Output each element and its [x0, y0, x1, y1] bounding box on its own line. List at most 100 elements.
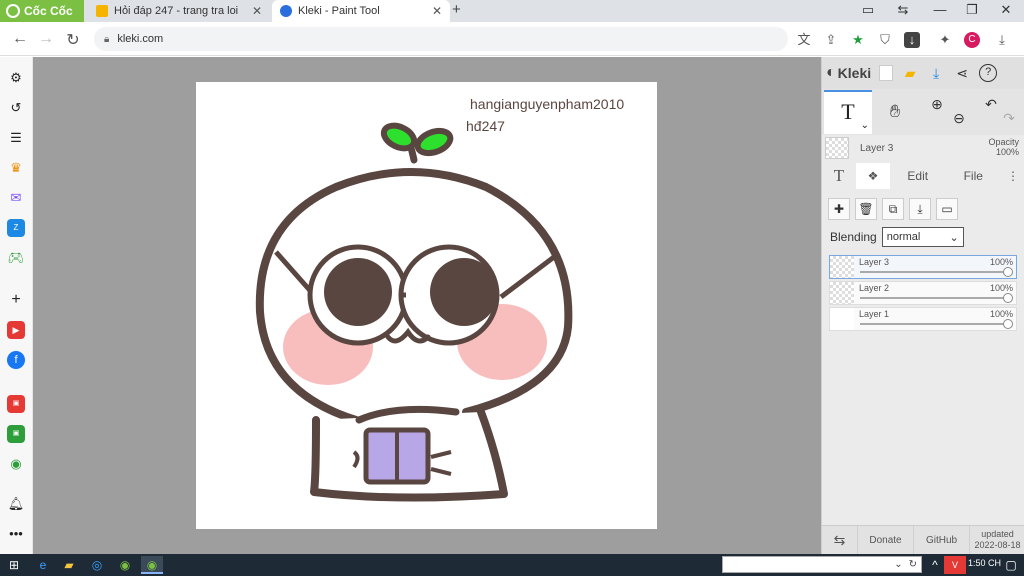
url-text: kleki.com [117, 33, 164, 45]
zalo-taskbar-icon[interactable]: ◎ [86, 556, 108, 574]
slider-knob[interactable] [1003, 267, 1013, 277]
help-icon[interactable]: ? [979, 64, 998, 82]
translate-icon[interactable]: 文 [796, 32, 812, 48]
close-icon[interactable]: ✕ [252, 4, 262, 18]
save-download-icon[interactable]: ⤓ [927, 64, 945, 82]
notification-bell-icon[interactable]: 🔔︎ [7, 495, 25, 513]
game-icon[interactable]: 🎮︎ [7, 249, 25, 267]
window-close-icon[interactable]: ✕ [996, 2, 1016, 18]
layer-thumbnail [830, 308, 854, 330]
add-app-icon[interactable]: + [7, 291, 25, 309]
add-layer-icon[interactable]: ✚ [828, 198, 850, 220]
browser-sidebar: ⚙ ↺ ☰ ♛ ✉ Z 🎮︎ + ▶ f ▣ ▣ ◉ 🔔︎ ••• [0, 57, 33, 554]
forward-icon[interactable]: → [36, 30, 56, 48]
zoom-in-icon[interactable]: ⊕ [928, 95, 946, 113]
slider-knob[interactable] [1003, 319, 1013, 329]
notification-icon[interactable]: ▢ [1000, 556, 1022, 574]
bookmark-star-icon[interactable]: ★ [850, 32, 866, 48]
facebook-icon[interactable]: f [7, 351, 25, 369]
game-app-icon[interactable]: ▣ [7, 425, 25, 443]
taskbar-clock[interactable]: 1:50 CH [968, 558, 1001, 568]
tab-edit[interactable]: Edit [890, 163, 946, 189]
kleki-panel: ◐ Kleki ▰ ⤓ ⋖ ? T ⌄ ✋︎ ⊕ ⊖ ↶ ↷ Layer 3 O… [821, 57, 1024, 555]
redo-icon[interactable]: ↷ [1000, 109, 1018, 127]
screenshot-icon[interactable]: ▭ [858, 2, 878, 18]
tab-file[interactable]: File [946, 163, 1002, 189]
reload-icon[interactable]: ↻ [63, 30, 83, 50]
delete-layer-icon[interactable]: 🗑︎ [855, 198, 877, 220]
profile-avatar[interactable]: C [964, 32, 980, 48]
layer-opacity-slider[interactable] [860, 319, 1013, 329]
new-image-icon[interactable] [879, 65, 894, 81]
history-icon[interactable]: ↺ [7, 99, 25, 117]
browser-brand[interactable]: Cốc Cốc [0, 0, 84, 22]
shopping-app-icon[interactable]: ▣ [7, 395, 25, 413]
map-icon[interactable]: ◉ [7, 455, 25, 473]
crown-icon[interactable]: ♛ [7, 159, 25, 177]
youtube-icon[interactable]: ▶ [7, 321, 25, 339]
close-icon[interactable]: ✕ [432, 4, 442, 18]
messenger-icon[interactable]: ✉ [7, 189, 25, 207]
coccoc-active-taskbar-icon[interactable]: ◉ [141, 556, 163, 574]
tab-kleki[interactable]: Kleki - Paint Tool ✕ [272, 0, 450, 22]
tab-layers[interactable]: ❖ [856, 163, 890, 189]
layer-opacity-slider[interactable] [860, 293, 1013, 303]
share-icon[interactable]: ⋖ [953, 64, 971, 82]
taskbar-search-field[interactable]: ⌄ ↻ [722, 556, 922, 573]
zalo-icon[interactable]: Z [7, 219, 25, 237]
new-tab-button[interactable]: + [452, 1, 461, 18]
github-link[interactable]: GitHub [914, 525, 970, 555]
zoom-out-icon[interactable]: ⊖ [950, 109, 968, 127]
updated-info[interactable]: updated 2022-08-18 [970, 526, 1024, 555]
brand-name: Cốc Cốc [24, 4, 73, 18]
blending-select[interactable]: normal ⌄ [881, 227, 964, 247]
current-layer-opacity[interactable]: Opacity 100% [988, 137, 1019, 157]
watermark-username: hangianguyenpham2010 [470, 96, 625, 112]
url-field[interactable]: 🔒︎ kleki.com [94, 27, 788, 51]
swap-side-icon[interactable]: ⇆ [822, 525, 858, 555]
more-icon[interactable]: ••• [7, 525, 25, 543]
more-vertical-icon[interactable]: ⋮ [1001, 163, 1024, 189]
file-explorer-icon[interactable]: ▰ [58, 556, 80, 574]
layer-item[interactable]: Layer 3 100% [829, 255, 1017, 279]
tab-hoidap[interactable]: Hỏi đáp 247 - trang tra loi ✕ [88, 0, 270, 22]
download-page-icon[interactable]: ↓ [904, 32, 920, 48]
reading-list-icon[interactable]: ☰ [7, 129, 25, 147]
undo-icon[interactable]: ↶ [982, 95, 1000, 113]
restore-icon[interactable]: ❐ [962, 2, 982, 18]
duplicate-layer-icon[interactable]: ⧉ [882, 198, 904, 220]
kleki-topbar: ◐ Kleki ▰ ⤓ ⋖ ? [822, 57, 1024, 89]
hand-tool-icon[interactable]: ✋︎ [886, 102, 904, 120]
tab-tool-settings[interactable]: T [822, 163, 856, 189]
extensions-icon[interactable]: ✦ [937, 32, 953, 48]
layer-toolbar: ✚ 🗑︎ ⧉ ⤓ ▭ [828, 198, 958, 220]
layer-item[interactable]: Layer 1 100% [829, 307, 1017, 331]
windows-start-icon[interactable]: ⊞ [3, 556, 25, 574]
text-tool-button[interactable]: T ⌄ [824, 90, 872, 134]
slider-knob[interactable] [1003, 293, 1013, 303]
layer-thumbnail [830, 256, 854, 278]
panel-footer: ⇆ Donate GitHub updated 2022-08-18 [822, 525, 1024, 555]
settings-icon[interactable]: ⚙ [7, 69, 25, 87]
rename-layer-icon[interactable]: ▭ [936, 198, 958, 220]
minimize-icon[interactable]: — [930, 2, 950, 17]
merge-layer-icon[interactable]: ⤓ [909, 198, 931, 220]
layer-opacity-slider[interactable] [860, 267, 1013, 277]
downloads-icon[interactable]: ⤓ [994, 32, 1010, 48]
donate-link[interactable]: Donate [858, 525, 914, 555]
sync-icon[interactable]: ⇆ [893, 2, 913, 18]
tray-app-icon[interactable]: V [944, 556, 966, 574]
drawing-canvas[interactable]: hangianguyenpham2010 hđ247 [196, 82, 657, 529]
open-folder-icon[interactable]: ▰ [901, 64, 919, 82]
layer-item[interactable]: Layer 2 100% [829, 281, 1017, 305]
opacity-value: 100% [995, 147, 1019, 157]
refresh-icon[interactable]: ↻ [909, 559, 917, 570]
edge-icon[interactable]: e [32, 556, 54, 574]
doodle-drawing [255, 122, 573, 502]
tray-chevron-icon[interactable]: ^ [924, 556, 946, 574]
coccoc-taskbar-icon[interactable]: ◉ [114, 556, 136, 574]
shield-icon[interactable]: ⛉ [877, 32, 893, 48]
back-icon[interactable]: ← [10, 30, 30, 48]
share-icon[interactable]: ⇪ [823, 32, 839, 48]
kleki-favicon-icon [280, 5, 292, 17]
